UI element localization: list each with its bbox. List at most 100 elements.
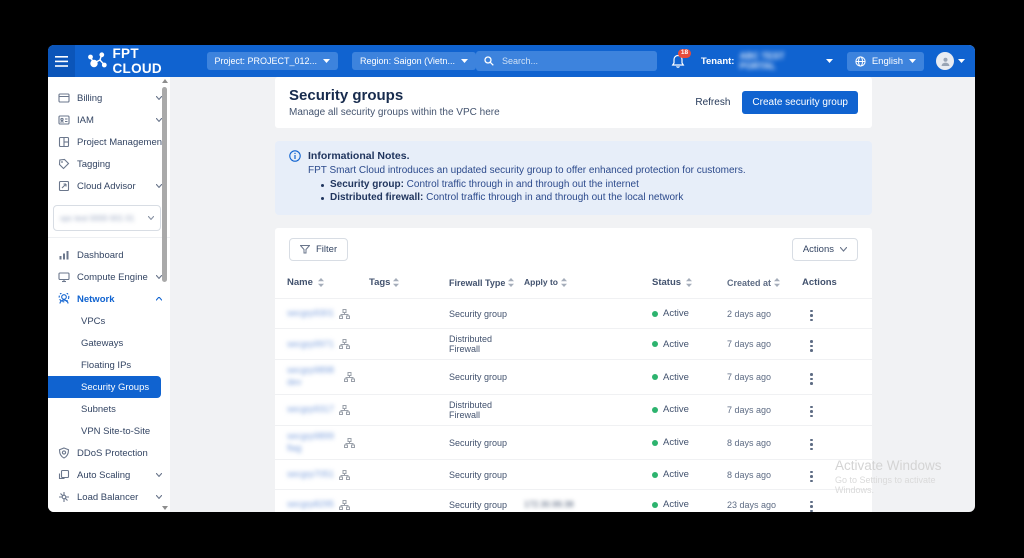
notifications-button[interactable]: 18 <box>671 54 685 69</box>
table-row: secgrp9301 Security group Active 2 days … <box>275 298 872 328</box>
sidebar-item-cloud-advisor[interactable]: Cloud Advisor <box>48 175 170 197</box>
row-actions-kebab[interactable] <box>806 404 817 420</box>
column-header-status[interactable]: Status <box>652 277 727 288</box>
table-row: secgrp9971 Distributed Firewall Active 7… <box>275 328 872 359</box>
created-at: 7 days ago <box>727 339 802 349</box>
sidebar-item-tagging[interactable]: Tagging <box>48 153 170 175</box>
sidebar-item-ddos-protection[interactable]: DDoS Protection <box>48 442 170 464</box>
fpt-molecule-icon <box>87 52 107 70</box>
firewall-type: Distributed Firewall <box>449 334 524 354</box>
language-label: English <box>872 56 903 67</box>
tenant-selector[interactable]: Tenant: ABC TEST PORTAL <box>701 51 833 71</box>
apartment-icon <box>344 372 355 382</box>
column-header-tags[interactable]: Tags <box>369 277 449 288</box>
region-selector-label: Region: Saigon (Vietn... <box>360 56 455 66</box>
sidebar-item-billing[interactable]: Billing <box>48 87 170 109</box>
sidebar-scrollbar[interactable] <box>162 79 168 510</box>
project-management-icon <box>58 136 70 148</box>
apartment-icon <box>339 500 350 510</box>
sidebar-item-network[interactable]: Network <box>48 288 170 310</box>
region-selector[interactable]: Region: Saigon (Vietn... <box>352 52 476 70</box>
apartment-icon <box>344 438 355 448</box>
status-badge: Active <box>663 404 689 415</box>
language-selector[interactable]: English <box>847 52 924 71</box>
column-header-firewall-type[interactable]: Firewall Type <box>449 278 524 288</box>
dashboard-icon <box>58 249 70 261</box>
status-dot <box>652 440 658 446</box>
actions-dropdown[interactable]: Actions <box>792 238 858 261</box>
tenant-label: Tenant: <box>701 56 735 67</box>
security-group-name[interactable]: secgrp9898 dev <box>287 365 339 388</box>
page-subtitle: Manage all security groups within the VP… <box>289 107 500 118</box>
shield-icon <box>58 447 70 459</box>
sidebar-item-auto-scaling[interactable]: Auto Scaling <box>48 464 170 486</box>
sidebar-item-vpn-site-to-site[interactable]: VPN Site-to-Site <box>48 420 170 442</box>
sidebar-item-vpcs[interactable]: VPCs <box>48 310 170 332</box>
security-groups-table-card: Filter Actions Name Tags Firewall Type A… <box>275 228 872 512</box>
apartment-icon <box>339 339 350 349</box>
project-selector[interactable]: Project: PROJECT_012... <box>207 52 339 70</box>
user-menu[interactable] <box>936 52 965 70</box>
sort-icon <box>774 278 780 287</box>
status-badge: Active <box>663 469 689 480</box>
status-dot <box>652 502 658 508</box>
security-group-name[interactable]: secgrp9317 <box>287 404 334 416</box>
scrollbar-thumb[interactable] <box>162 87 167 282</box>
created-at: 2 days ago <box>727 309 802 319</box>
refresh-button[interactable]: Refresh <box>695 97 730 108</box>
network-icon <box>58 293 70 305</box>
scroll-up-icon[interactable] <box>162 79 168 83</box>
security-group-name[interactable]: secgrp9899 flag <box>287 431 339 454</box>
search-icon <box>484 56 494 66</box>
created-at: 8 days ago <box>727 438 802 448</box>
info-icon <box>289 150 301 162</box>
chevron-down-icon <box>148 216 154 220</box>
chevron-down-icon <box>909 59 916 64</box>
hamburger-icon <box>55 56 68 67</box>
search-input[interactable] <box>500 55 649 67</box>
sidebar-item-load-balancer[interactable]: Load Balancer <box>48 486 170 508</box>
row-actions-kebab[interactable] <box>806 371 817 387</box>
sidebar-item-floating-ips[interactable]: Floating IPs <box>48 354 170 376</box>
row-actions-kebab[interactable] <box>806 499 817 512</box>
apply-to: 172.30.99.38 <box>524 499 652 510</box>
status-badge: Active <box>663 339 689 350</box>
banner-bullet-security-group: Security group: Control traffic through … <box>321 179 858 190</box>
firewall-type: Distributed Firewall <box>449 400 524 420</box>
sidebar-item-security-groups[interactable]: Security Groups <box>48 376 161 398</box>
status-badge: Active <box>663 308 689 319</box>
row-actions-kebab[interactable] <box>806 338 817 354</box>
table-row: secgrp9898 dev Security group Active 7 d… <box>275 359 872 393</box>
hamburger-menu-button[interactable] <box>48 45 75 77</box>
security-group-name[interactable]: secgrp8295 <box>287 499 334 511</box>
sidebar-divider <box>48 237 170 238</box>
row-actions-kebab[interactable] <box>806 437 817 453</box>
sidebar-item-iam[interactable]: IAM <box>48 109 170 131</box>
security-group-name[interactable]: secgrp9301 <box>287 308 334 320</box>
column-header-apply-to[interactable]: Apply to <box>524 277 652 288</box>
sidebar-item-subnets[interactable]: Subnets <box>48 398 170 420</box>
firewall-type: Security group <box>449 438 524 448</box>
create-security-group-button[interactable]: Create security group <box>742 91 858 114</box>
filter-button[interactable]: Filter <box>289 238 348 261</box>
column-header-created-at[interactable]: Created at <box>727 278 802 288</box>
sidebar-item-gateways[interactable]: Gateways <box>48 332 170 354</box>
table-row: secgrp9317 Distributed Firewall Active 7… <box>275 394 872 425</box>
security-group-name[interactable]: secgrp9971 <box>287 339 334 351</box>
tag-icon <box>58 158 70 170</box>
sidebar-item-compute-engine[interactable]: Compute Engine <box>48 266 170 288</box>
row-actions-kebab[interactable] <box>806 469 817 485</box>
bullet-dot <box>321 197 324 200</box>
sidebar-item-project-management[interactable]: Project Management <box>48 131 170 153</box>
chevron-down-icon <box>461 59 468 64</box>
security-group-name[interactable]: secgrp7051 <box>287 469 334 481</box>
sidebar-item-dashboard[interactable]: Dashboard <box>48 244 170 266</box>
sort-icon <box>318 278 324 287</box>
row-actions-kebab[interactable] <box>806 308 817 324</box>
column-header-name[interactable]: Name <box>275 277 369 288</box>
firewall-type: Security group <box>449 309 524 319</box>
scroll-down-icon[interactable] <box>162 506 168 510</box>
auto-scaling-icon <box>58 469 70 481</box>
vpc-selector[interactable]: vpc test 0000 001 01 <box>53 205 161 231</box>
sort-icon <box>508 278 514 287</box>
